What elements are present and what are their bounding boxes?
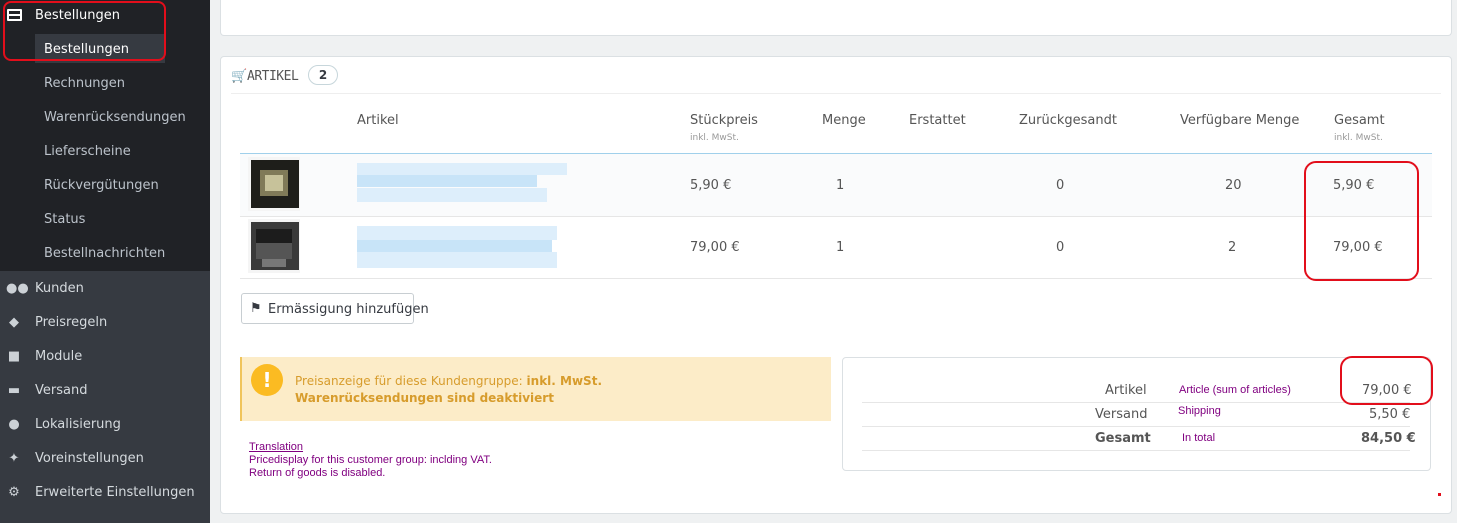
alert-line-2: Warenrücksendungen sind deaktiviert xyxy=(295,391,554,405)
row1-returned: 0 xyxy=(1056,178,1065,193)
sidebar: Bestellungen Bestellungen Rechnungen War… xyxy=(0,0,210,523)
sidebar-item-label: Module xyxy=(35,349,83,364)
submenu-item-rueckverguetungen[interactable]: Rückvergütungen xyxy=(44,178,159,193)
col-header-artikel: Artikel xyxy=(357,113,399,128)
sidebar-item-erweiterte-einstellungen[interactable]: ⚙ Erweiterte Einstellungen xyxy=(0,476,210,510)
add-discount-button[interactable]: ⚑ Ermässigung hinzufügen xyxy=(241,293,429,324)
row-divider xyxy=(240,216,1432,217)
totals-grand-annotation: In total xyxy=(1182,432,1216,444)
top-panel xyxy=(220,0,1452,36)
translation-line-1: Pricedisplay for this customer group: in… xyxy=(249,454,492,466)
product-thumbnail[interactable] xyxy=(248,157,300,211)
col-header-menge: Menge xyxy=(822,113,866,128)
sidebar-item-voreinstellungen[interactable]: ✦ Voreinstellungen xyxy=(0,442,210,476)
row2-unit-price: 79,00 € xyxy=(690,240,740,255)
sidebar-item-module[interactable]: ■ Module xyxy=(0,340,210,374)
col-header-stueckpreis: Stückpreis xyxy=(690,113,758,128)
sidebar-item-kunden[interactable]: ●● Kunden xyxy=(0,272,210,306)
panel-title: ARTIKEL xyxy=(247,69,299,84)
annotation-highlight-article-sum xyxy=(1340,356,1433,405)
totals-grand-value: 84,50 € xyxy=(1361,431,1416,446)
sidebar-item-label: Versand xyxy=(35,383,88,398)
translation-title: Translation xyxy=(249,441,304,453)
totals-divider xyxy=(862,402,1410,403)
ticket-icon: ⚑ xyxy=(250,301,262,316)
row2-available: 2 xyxy=(1228,240,1237,255)
add-discount-label: Ermässigung hinzufügen xyxy=(268,302,429,317)
users-icon: ●● xyxy=(6,281,29,296)
sidebar-item-label: Lokalisierung xyxy=(35,417,121,432)
globe-icon: ● xyxy=(8,417,20,432)
annotation-dot xyxy=(1438,493,1441,496)
article-count-badge: 2 xyxy=(308,65,338,85)
alert-line-1: Preisanzeige für diese Kundengruppe: ink… xyxy=(295,374,602,388)
translation-line-2: Return of goods is disabled. xyxy=(249,467,386,479)
row-divider xyxy=(240,278,1432,279)
row2-quantity: 1 xyxy=(836,240,845,255)
totals-shipping-value: 5,50 € xyxy=(1369,407,1411,422)
submenu-item-status[interactable]: Status xyxy=(44,212,85,227)
annotation-highlight-totals xyxy=(1304,161,1419,281)
exclamation-icon: ! xyxy=(251,364,283,396)
col-header-erstattet: Erstattet xyxy=(909,113,966,128)
row1-available: 20 xyxy=(1225,178,1242,193)
col-header-verfuegbare-menge: Verfügbare Menge xyxy=(1180,113,1300,128)
customer-group-alert: ! Preisanzeige für diese Kundengruppe: i… xyxy=(240,357,831,421)
wrench-icon: ✦ xyxy=(8,451,20,466)
row1-unit-price: 5,90 € xyxy=(690,178,732,193)
sidebar-item-versand[interactable]: ▬ Versand xyxy=(0,374,210,408)
col-header-zurueckgesandt: Zurückgesandt xyxy=(1019,113,1117,128)
totals-articles-annotation: Article (sum of articles) xyxy=(1179,384,1291,396)
sidebar-item-label: Preisregeln xyxy=(35,315,108,330)
submenu-item-bestellnachrichten[interactable]: Bestellnachrichten xyxy=(44,246,165,261)
truck-icon: ▬ xyxy=(7,383,21,398)
annotation-highlight-sidebar xyxy=(3,1,166,61)
sidebar-item-label: Erweiterte Einstellungen xyxy=(35,485,195,500)
col-subheader-gesamt: inkl. MwSt. xyxy=(1334,133,1383,143)
sidebar-item-preisregeln[interactable]: ◆ Preisregeln xyxy=(0,306,210,340)
submenu-item-warenruecksendungen[interactable]: Warenrücksendungen xyxy=(44,110,186,125)
col-subheader-stueckpreis: inkl. MwSt. xyxy=(690,133,739,143)
sidebar-item-label: Voreinstellungen xyxy=(35,451,144,466)
totals-divider xyxy=(862,450,1410,451)
puzzle-icon: ■ xyxy=(7,349,21,364)
row1-quantity: 1 xyxy=(836,178,845,193)
submenu-item-lieferscheine[interactable]: Lieferscheine xyxy=(44,144,131,159)
row2-returned: 0 xyxy=(1056,240,1065,255)
sidebar-item-lokalisierung[interactable]: ● Lokalisierung xyxy=(0,408,210,442)
tags-icon: ◆ xyxy=(9,315,19,330)
totals-articles-label: Artikel xyxy=(1105,383,1147,398)
cogs-icon: ⚙ xyxy=(8,485,20,500)
panel-heading: 🛒 ARTIKEL 2 xyxy=(231,64,1441,94)
submenu-item-rechnungen[interactable]: Rechnungen xyxy=(44,76,125,91)
totals-shipping-label: Versand xyxy=(1095,407,1148,422)
totals-grand-label: Gesamt xyxy=(1095,431,1151,446)
totals-shipping-annotation: Shipping xyxy=(1178,405,1221,417)
product-thumbnail[interactable] xyxy=(248,219,300,273)
totals-divider xyxy=(862,426,1410,427)
cart-icon: 🛒 xyxy=(231,69,248,84)
col-header-gesamt: Gesamt xyxy=(1334,113,1385,128)
sidebar-item-label: Kunden xyxy=(35,281,84,296)
